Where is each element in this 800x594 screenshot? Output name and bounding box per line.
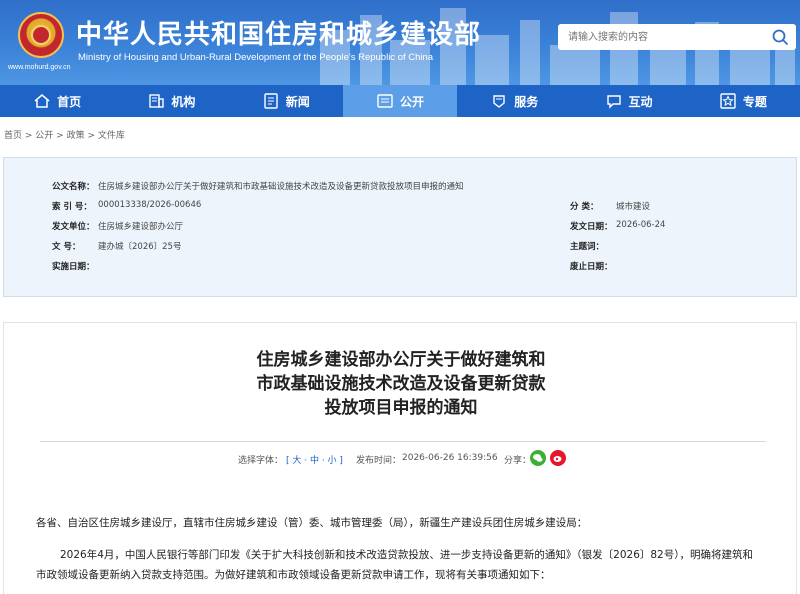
article-para-line-2: 市政领域设备更新纳入贷款支持范围。为做好建筑和市政领域设备更新贷款申请工作，现将… xyxy=(36,569,551,581)
breadcrumb-library[interactable]: 文件库 xyxy=(98,131,125,141)
meta-docno-key: 文 号： xyxy=(52,242,81,252)
article-salutation: 各省、自治区住房城乡建设厅，直辖市住房城乡建设（管）委、城市管理委（局），新疆生… xyxy=(36,517,588,529)
nav-item-org[interactable]: 机构 xyxy=(114,85,228,117)
search-icon xyxy=(772,29,788,45)
search-input[interactable] xyxy=(558,24,763,50)
share-label: 分享： xyxy=(504,456,532,466)
nav-label-org: 机构 xyxy=(171,94,196,109)
news-icon xyxy=(263,93,278,109)
nav-item-public[interactable]: 公开 xyxy=(342,85,458,117)
national-emblem-icon[interactable] xyxy=(18,12,64,58)
breadcrumb-separator: > xyxy=(84,131,98,141)
home-icon xyxy=(34,94,50,108)
meta-impl-key: 实施日期： xyxy=(52,262,95,272)
article-para-line-1: 2026年4月，中国人民银行等部门印发《关于扩大科技创新和技术改造贷款投放、进一… xyxy=(60,549,753,561)
nav-label-public: 公开 xyxy=(399,94,424,109)
publish-time: 2026-06-26 16:39:56 xyxy=(402,453,498,463)
search-box xyxy=(558,24,796,50)
meta-index-key: 索 引 号： xyxy=(52,202,92,212)
article-title-line-1: 住房城乡建设部办公厅关于做好建筑和 xyxy=(256,350,546,370)
nav-label-home: 首页 xyxy=(57,94,82,109)
chat-icon xyxy=(606,95,621,109)
meta-issuer-value: 住房城乡建设部办公厅 xyxy=(98,222,184,232)
breadcrumb-public[interactable]: 公开 xyxy=(35,131,53,141)
breadcrumb-separator: > xyxy=(22,131,36,141)
breadcrumb-separator: > xyxy=(53,131,67,141)
nav-item-home[interactable]: 首页 xyxy=(0,85,114,117)
publish-label: 发布时间： xyxy=(356,456,402,466)
document-meta-box: 公文名称： 住房城乡建设部办公厅关于做好建筑和市政基础设施技术改造及设备更新贷款… xyxy=(3,157,797,297)
meta-category-key: 分 类： xyxy=(570,202,599,212)
meta-date-key: 发文日期： xyxy=(570,222,613,232)
star-icon xyxy=(720,93,736,109)
nav-item-topic[interactable]: 专题 xyxy=(686,85,800,117)
service-icon xyxy=(493,95,505,108)
site-url: www.mohurd.gov.cn xyxy=(8,64,71,71)
building-icon xyxy=(149,94,165,108)
search-button[interactable] xyxy=(770,27,792,47)
breadcrumb-home[interactable]: 首页 xyxy=(4,131,22,141)
article: 住房城乡建设部办公厅关于做好建筑和 市政基础设施技术改造及设备更新贷款 投放项目… xyxy=(3,322,797,594)
breadcrumb: 首页 > 公开 > 政策 > 文件库 xyxy=(4,128,125,141)
meta-name-key: 公文名称： xyxy=(52,182,95,192)
font-size-options[interactable]: [ 大 · 中 · 小 ] xyxy=(286,453,343,466)
weibo-share-icon[interactable] xyxy=(550,450,566,466)
nav-item-news[interactable]: 新闻 xyxy=(229,85,343,117)
site-subtitle: Ministry of Housing and Urban-Rural Deve… xyxy=(78,52,434,63)
article-title-line-2: 市政基础设施技术改造及设备更新贷款 xyxy=(256,374,546,394)
meta-index-value: 000013338/2026-00646 xyxy=(98,200,202,210)
nav-label-news: 新闻 xyxy=(285,94,310,109)
meta-expire-key: 废止日期： xyxy=(570,262,613,272)
nav-label-service: 服务 xyxy=(514,94,539,109)
nav-label-interact: 互动 xyxy=(628,94,653,109)
breadcrumb-policy[interactable]: 政策 xyxy=(67,131,85,141)
article-title-line-3: 投放项目申报的通知 xyxy=(324,398,478,418)
wechat-share-icon[interactable] xyxy=(530,450,546,466)
font-size-label: 选择字体： xyxy=(238,456,284,466)
meta-date-value: 2026-06-24 xyxy=(616,220,666,230)
title-divider xyxy=(40,441,766,442)
meta-subject-key: 主题词： xyxy=(570,242,605,252)
site-title[interactable]: 中华人民共和国住房和城乡建设部 xyxy=(76,14,481,51)
nav-item-interact[interactable]: 互动 xyxy=(571,85,685,117)
meta-issuer-key: 发文单位： xyxy=(52,222,95,232)
meta-name-value: 住房城乡建设部办公厅关于做好建筑和市政基础设施技术改造及设备更新贷款投放项目申报… xyxy=(98,182,464,192)
main-nav: 首页 机构 新闻 公开 服务 互动 专题 xyxy=(0,85,800,117)
nav-label-topic: 专题 xyxy=(742,94,767,109)
nav-item-service[interactable]: 服务 xyxy=(457,85,571,117)
site-header: www.mohurd.gov.cn 中华人民共和国住房和城乡建设部 Minist… xyxy=(0,0,800,85)
document-icon xyxy=(377,94,393,108)
meta-category-value: 城市建设 xyxy=(616,202,651,212)
meta-docno-value: 建办城〔2026〕25号 xyxy=(98,242,182,252)
